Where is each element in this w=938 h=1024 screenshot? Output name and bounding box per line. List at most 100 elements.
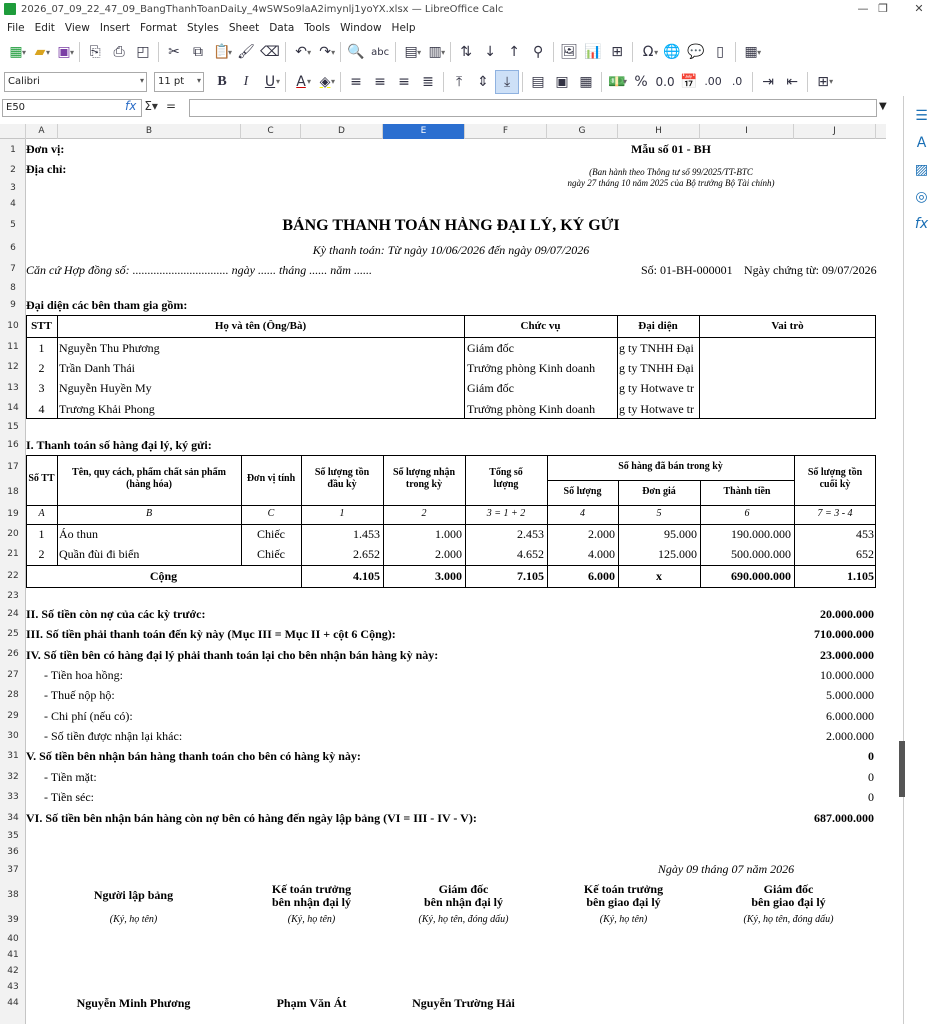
insert-chart-icon[interactable]: 📊	[581, 40, 605, 64]
align-top-icon[interactable]: ⤒	[447, 70, 471, 94]
redo-dropdown-icon[interactable]: ▾	[331, 48, 335, 57]
format-date-icon[interactable]: 📅	[677, 70, 701, 94]
column-header-a[interactable]: A	[26, 124, 58, 139]
new-dropdown-icon[interactable]: ▾	[22, 48, 26, 57]
hyperlink-icon[interactable]: 🌐	[660, 40, 684, 64]
column-header-d[interactable]: D	[301, 124, 383, 139]
column-dropdown-icon[interactable]: ▾	[441, 48, 445, 57]
delete-decimal-icon[interactable]: .0	[725, 70, 749, 94]
row-header[interactable]: 23	[0, 588, 26, 604]
formula-input[interactable]	[189, 99, 877, 117]
menu-insert[interactable]: Insert	[95, 22, 135, 34]
decrease-indent-icon[interactable]: ⇤	[780, 70, 804, 94]
row-header[interactable]: 6	[0, 238, 26, 259]
expand-formula-icon[interactable]: ▼	[879, 101, 887, 112]
pivot-table-icon[interactable]: ⊞	[605, 40, 629, 64]
row-header[interactable]: 38	[0, 881, 26, 910]
row-header[interactable]: 8	[0, 280, 26, 296]
font-size-dropdown-icon[interactable]: ▾	[197, 76, 201, 85]
row-header[interactable]: 15	[0, 419, 26, 435]
print-preview-icon[interactable]: ◰	[131, 40, 155, 64]
row-header[interactable]: 40	[0, 931, 26, 947]
merge-center-icon[interactable]: ▦	[574, 70, 598, 94]
font-name-dropdown-icon[interactable]: ▾	[140, 76, 144, 85]
borders-dropdown-icon[interactable]: ▾	[829, 77, 833, 86]
export-pdf-icon[interactable]: ⎘	[83, 40, 107, 64]
find-replace-icon[interactable]: 🔍	[344, 40, 368, 64]
sum-icon[interactable]: Σ▾	[144, 99, 158, 113]
row-header[interactable]: 3	[0, 180, 26, 196]
menu-file[interactable]: File	[2, 22, 30, 34]
font-color-dropdown-icon[interactable]: ▾	[307, 77, 311, 86]
clear-formatting-icon[interactable]: ⌫	[258, 40, 282, 64]
headers-footers-icon[interactable]: ▯	[708, 40, 732, 64]
justify-icon[interactable]: ≣	[416, 70, 440, 94]
row-header[interactable]: 42	[0, 963, 26, 979]
column-header-b[interactable]: B	[58, 124, 241, 139]
row-header[interactable]: 44	[0, 995, 26, 1012]
spelling-icon[interactable]: abc	[368, 40, 392, 64]
functions-icon[interactable]: fx	[904, 210, 938, 237]
wrap-text-icon[interactable]: ▤	[526, 70, 550, 94]
row-header[interactable]: 21	[0, 544, 26, 565]
row-header[interactable]: 27	[0, 665, 26, 685]
column-header-g[interactable]: G	[547, 124, 618, 139]
row-header[interactable]: 16	[0, 435, 26, 455]
row-header[interactable]: 32	[0, 767, 26, 787]
row-header[interactable]: 34	[0, 808, 26, 828]
row-header[interactable]: 37	[0, 860, 26, 881]
column-header-h[interactable]: H	[618, 124, 700, 139]
sort-ascending-icon[interactable]: ↓	[478, 40, 502, 64]
row-header[interactable]: 28	[0, 685, 26, 706]
sort-descending-icon[interactable]: ↑	[502, 40, 526, 64]
row-header[interactable]: 41	[0, 947, 26, 963]
menu-edit[interactable]: Edit	[30, 22, 60, 34]
center-vertically-icon[interactable]: ⇕	[471, 70, 495, 94]
insert-image-icon[interactable]: 🖼	[557, 40, 581, 64]
format-number-icon[interactable]: 0.0	[653, 70, 677, 94]
print-icon[interactable]: ⎙	[107, 40, 131, 64]
add-decimal-icon[interactable]: .00	[701, 70, 725, 94]
vertical-scrollbar[interactable]	[899, 741, 905, 797]
row-header[interactable]: 31	[0, 746, 26, 767]
row-header[interactable]: 19	[0, 505, 26, 524]
menu-data[interactable]: Data	[264, 22, 299, 34]
column-header-f[interactable]: F	[465, 124, 547, 139]
menu-view[interactable]: View	[60, 22, 95, 34]
underline-dropdown-icon[interactable]: ▾	[276, 77, 280, 86]
row-header[interactable]: 18	[0, 480, 26, 505]
menu-sheet[interactable]: Sheet	[224, 22, 264, 34]
row-header[interactable]: 30	[0, 726, 26, 746]
paste-dropdown-icon[interactable]: ▾	[228, 48, 232, 57]
row-header[interactable]: 35	[0, 828, 26, 844]
row-header[interactable]: 9	[0, 296, 26, 315]
formula-equals-icon[interactable]: =	[166, 99, 176, 113]
menu-styles[interactable]: Styles	[182, 22, 224, 34]
row-header[interactable]: 36	[0, 844, 26, 860]
clone-formatting-icon[interactable]: 🖌	[234, 40, 258, 64]
bold-icon[interactable]: B	[210, 70, 234, 94]
italic-icon[interactable]: I	[234, 70, 258, 94]
increase-indent-icon[interactable]: ⇥	[756, 70, 780, 94]
spreadsheet-grid[interactable]: Đơn vị: Địa chỉ: Mẫu số 01 - BH (Ban hàn…	[26, 139, 886, 1024]
print-area-dropdown-icon[interactable]: ▾	[757, 48, 761, 57]
merge-cells-icon[interactable]: ▣	[550, 70, 574, 94]
row-header[interactable]: 24	[0, 604, 26, 624]
navigator-icon[interactable]: ◎	[904, 183, 938, 210]
align-left-icon[interactable]: ≡	[344, 70, 368, 94]
cut-icon[interactable]: ✂	[162, 40, 186, 64]
menu-format[interactable]: Format	[135, 22, 182, 34]
align-bottom-icon[interactable]: ⤓	[495, 69, 520, 94]
open-dropdown-icon[interactable]: ▾	[46, 48, 50, 57]
currency-dropdown-icon[interactable]: ▾	[623, 77, 627, 86]
autofilter-icon[interactable]: ⚲	[526, 40, 550, 64]
column-header-c[interactable]: C	[241, 124, 301, 139]
column-header-j[interactable]: J	[794, 124, 876, 139]
copy-icon[interactable]: ⧉	[186, 40, 210, 64]
row-header[interactable]: 13	[0, 378, 26, 398]
row-header[interactable]: 1	[0, 140, 26, 160]
row-header[interactable]: 10	[0, 315, 26, 337]
row-header[interactable]: 25	[0, 624, 26, 644]
align-right-icon[interactable]: ≡	[392, 70, 416, 94]
styles-icon[interactable]: A	[904, 129, 938, 156]
